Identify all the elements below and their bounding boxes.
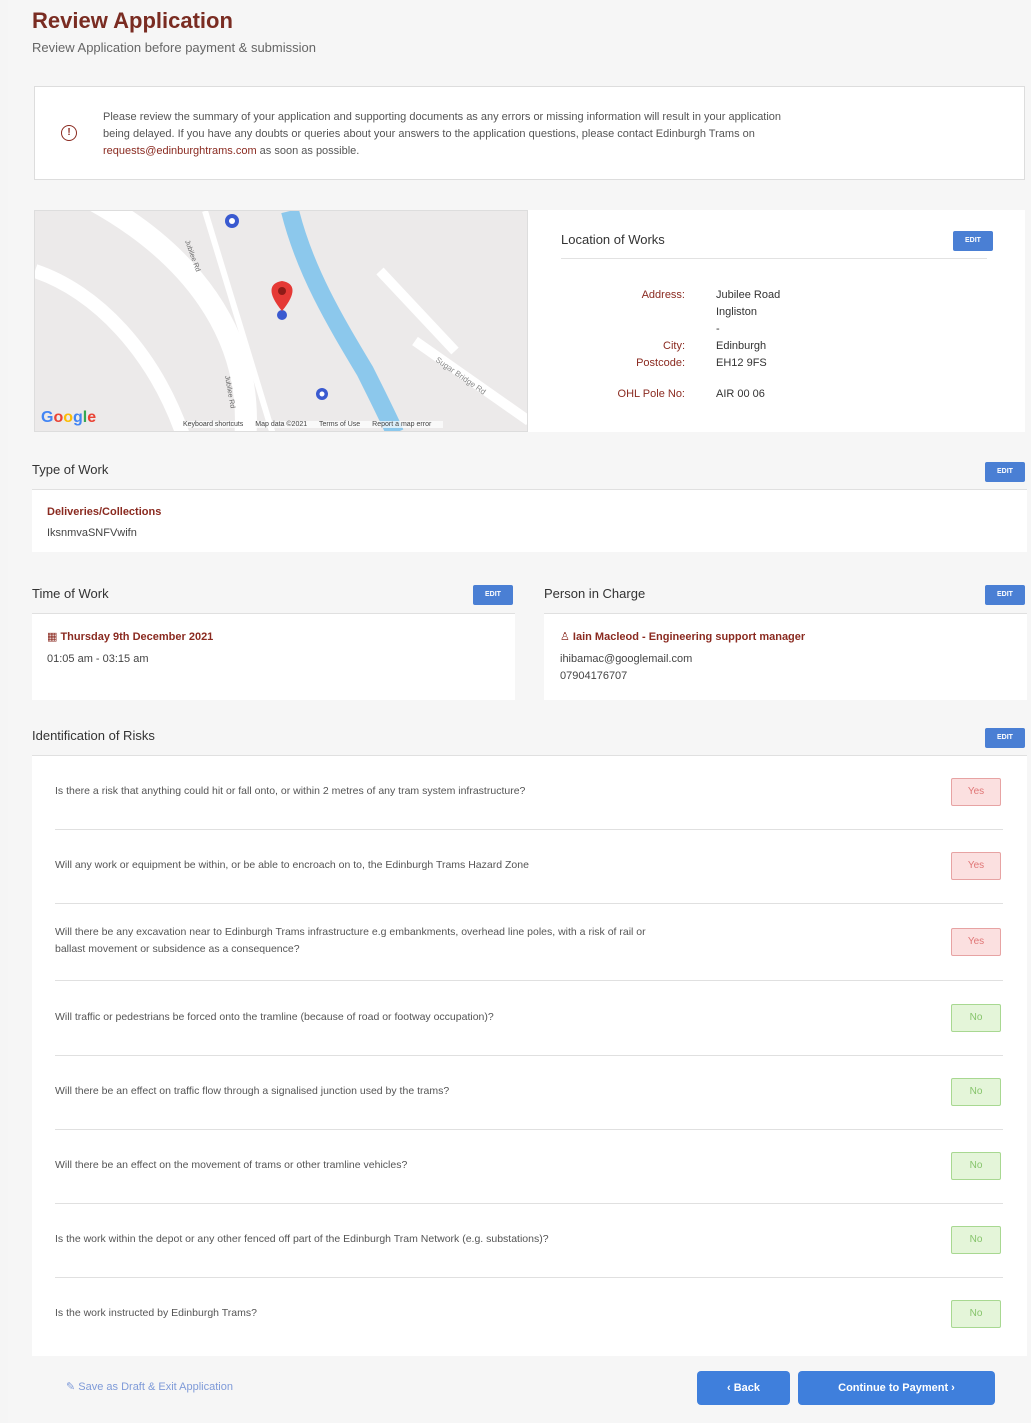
divider (55, 980, 1003, 981)
map-footer: Keyboard shortcuts Map data ©2021 Terms … (181, 421, 444, 428)
risk-answer-badge: Yes (951, 852, 1001, 880)
postcode-label: Postcode: (636, 357, 685, 369)
risk-question: Is there a risk that anything could hit … (55, 785, 526, 797)
risks-edit-button[interactable]: EDIT (985, 728, 1025, 748)
risk-answer-badge: No (951, 1078, 1001, 1106)
person-in-charge-card: ♙ Iain Macleod - Engineering support man… (544, 614, 1027, 700)
person-email: ihibamac@googlemail.com (560, 653, 693, 665)
location-edit-button[interactable]: EDIT (953, 231, 993, 251)
divider (55, 903, 1003, 904)
location-title: Location of Works (561, 232, 665, 247)
pole-label: OHL Pole No: (617, 388, 685, 400)
keyboard-shortcuts-link[interactable]: Keyboard shortcuts (183, 421, 243, 428)
person-name: ♙ Iain Macleod - Engineering support man… (560, 631, 806, 643)
location-map[interactable]: Jubilee Rd Jubilee Rd Sugar Bridge Rd Go… (34, 210, 528, 432)
work-category: Deliveries/Collections (47, 506, 162, 518)
user-icon: ♙ (560, 631, 573, 643)
city-label: City: (663, 340, 685, 352)
map-data-label: Map data ©2021 (255, 421, 308, 428)
risk-answer-badge: Yes (951, 928, 1001, 956)
address-value: Jubilee Road Ingliston - (716, 289, 781, 335)
divider (55, 1203, 1003, 1204)
divider (561, 258, 987, 259)
page-title: Review Application (32, 8, 233, 33)
risks-title: Identification of Risks (32, 728, 155, 743)
divider (55, 1277, 1003, 1278)
person-in-charge-title: Person in Charge (544, 586, 646, 601)
notice-box: ! Please review the summary of your appl… (34, 86, 1025, 180)
type-of-work-title: Type of Work (32, 462, 109, 477)
risk-answer-badge: No (951, 1226, 1001, 1254)
info-icon: ! (61, 125, 77, 141)
divider (55, 829, 1003, 830)
terms-link[interactable]: Terms of Use (319, 421, 360, 428)
postcode-value: EH12 9FS (716, 357, 767, 369)
risk-answer-badge: No (951, 1004, 1001, 1032)
notice-text: Please review the summary of your applic… (103, 111, 782, 157)
type-of-work-card: Deliveries/Collections IksnmvaSNFVwifn (32, 490, 1027, 552)
risk-answer-badge: Yes (951, 778, 1001, 806)
time-of-work-edit-button[interactable]: EDIT (473, 585, 513, 605)
review-page: Review Application Review Application be… (8, 0, 1031, 1423)
type-of-work-edit-button[interactable]: EDIT (985, 462, 1025, 482)
divider (55, 1129, 1003, 1130)
risks-card (32, 756, 1027, 1356)
map-graphic: Jubilee Rd Jubilee Rd Sugar Bridge Rd (35, 211, 527, 431)
address-label: Address: (641, 289, 685, 301)
risk-question: Will any work or equipment be within, or… (55, 859, 529, 871)
risk-question: Will traffic or pedestrians be forced on… (55, 1011, 494, 1023)
edit-icon: ✎ (66, 1381, 79, 1393)
work-detail: IksnmvaSNFVwifn (47, 527, 137, 539)
divider (55, 1055, 1003, 1056)
save-draft-link[interactable]: ✎ Save as Draft & Exit Application (66, 1380, 233, 1393)
city-value: Edinburgh (716, 340, 767, 352)
google-logo: Google (41, 409, 97, 426)
calendar-icon: ▦ (47, 631, 61, 643)
risk-answer-badge: No (951, 1152, 1001, 1180)
risk-question: Is the work within the depot or any othe… (55, 1233, 549, 1245)
contact-email-link[interactable]: requests@edinburghtrams.com (103, 145, 257, 157)
risk-question: Will there be an effect on the movement … (55, 1159, 408, 1171)
page-subtitle: Review Application before payment & subm… (32, 40, 316, 55)
time-of-work-card: ▦ Thursday 9th December 2021 01:05 am - … (32, 614, 515, 700)
pole-value: AIR 00 06 (716, 388, 765, 400)
work-date: ▦ Thursday 9th December 2021 (47, 631, 214, 643)
report-error-link[interactable]: Report a map error (372, 421, 431, 428)
risk-question: Will there be an effect on traffic flow … (55, 1085, 450, 1097)
person-phone: 07904176707 (560, 670, 628, 682)
work-time: 01:05 am - 03:15 am (47, 653, 149, 665)
time-of-work-title: Time of Work (32, 586, 109, 601)
location-panel: Location of Works EDIT Address: Jubilee … (528, 210, 1025, 432)
risk-question: Is the work instructed by Edinburgh Tram… (55, 1307, 257, 1319)
back-button[interactable]: ‹ Back (697, 1371, 790, 1405)
risk-question: Will there be any excavation near to Edi… (55, 926, 646, 955)
person-in-charge-edit-button[interactable]: EDIT (985, 585, 1025, 605)
risk-answer-badge: No (951, 1300, 1001, 1328)
continue-to-payment-button[interactable]: Continue to Payment › (798, 1371, 995, 1405)
